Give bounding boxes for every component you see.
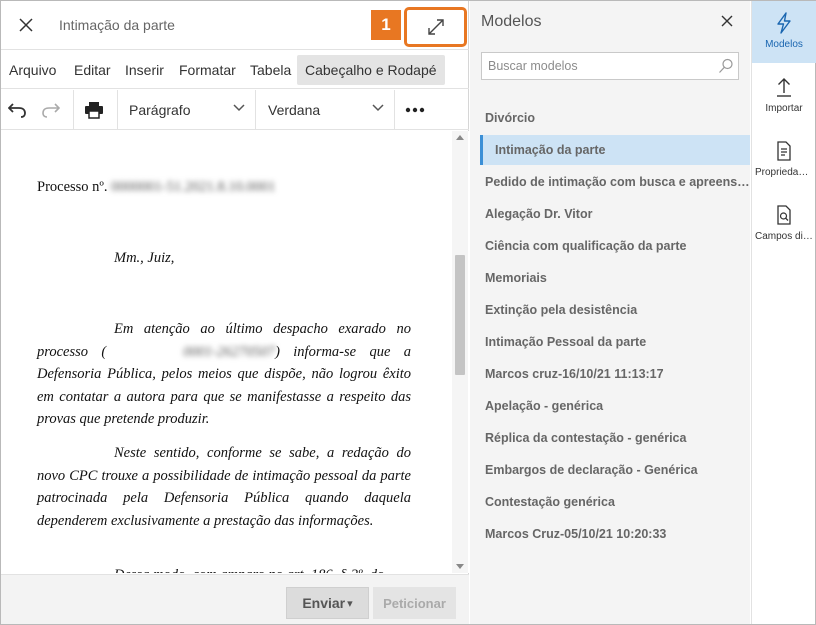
petition-button[interactable]: Peticionar	[373, 587, 456, 619]
chevron-down-icon	[233, 104, 245, 112]
undo-button[interactable]	[5, 98, 29, 122]
rail-item-modelos[interactable]: Modelos	[752, 1, 816, 63]
close-modelos-button[interactable]	[718, 12, 736, 30]
send-button[interactable]: Enviar ▾	[286, 587, 369, 619]
callout-badge: 1	[371, 10, 401, 40]
list-item[interactable]: Réplica da contestação - genérica	[470, 423, 750, 453]
search-box	[481, 52, 739, 80]
menu-cabecalho-rodape[interactable]: Cabeçalho e Rodapé	[297, 55, 445, 85]
list-item[interactable]: Divórcio	[470, 103, 750, 133]
side-rail: Modelos Importar Propriedades Campos din…	[751, 1, 816, 624]
list-item[interactable]: Extinção pela desistência	[470, 295, 750, 325]
rail-item-propriedades[interactable]: Propriedades	[752, 129, 816, 191]
rail-item-label: Propriedades	[755, 167, 813, 178]
processo-number-redacted: 0000001-51.2021.8.10.0001	[111, 179, 276, 195]
list-item[interactable]: Pedido de intimação com busca e apreensã…	[470, 167, 750, 197]
list-item[interactable]: Intimação Pessoal da parte	[470, 327, 750, 357]
modelos-panel-title: Modelos	[481, 13, 542, 30]
send-button-label: Enviar	[302, 595, 346, 611]
chevron-down-icon	[372, 104, 384, 112]
scroll-thumb[interactable]	[455, 255, 465, 375]
close-editor-button[interactable]	[15, 14, 37, 36]
more-options-button[interactable]	[403, 98, 427, 122]
close-icon	[19, 18, 33, 32]
close-icon	[721, 15, 733, 27]
redo-button[interactable]	[39, 98, 63, 122]
salutation: Mm., Juiz,	[114, 250, 175, 266]
rail-item-label: Importar	[765, 103, 803, 114]
document-search-icon	[777, 205, 791, 225]
processo-line: Processo nº. 0000001-51.2021.8.10.0001	[37, 179, 276, 196]
chevron-down-icon: ▾	[347, 597, 353, 610]
editor-header: Intimação da parte 1	[1, 1, 469, 50]
list-item[interactable]: Ciência com qualificação da parte	[470, 231, 750, 261]
paragraph-1: Em atenção ao último despacho exarado no…	[37, 318, 411, 431]
list-item[interactable]: Embargos de declaração - Genérica	[470, 455, 750, 485]
paragraph-1-redacted: 0001-26270507	[183, 343, 276, 360]
scroll-up-arrow-icon[interactable]	[456, 135, 464, 140]
print-button[interactable]	[82, 98, 106, 122]
upload-icon	[777, 78, 791, 97]
processo-label: Processo nº.	[37, 179, 108, 195]
rail-item-campos[interactable]: Campos dinâmicos	[752, 193, 816, 255]
list-item-selected[interactable]: Intimação da parte	[480, 135, 750, 165]
paragraph-3: Dessa modo, com amparo no art. 186, § 2º…	[37, 564, 411, 573]
menu-arquivo[interactable]: Arquivo	[1, 55, 64, 85]
list-item[interactable]: Marcos cruz-16/10/21 11:13:17	[470, 359, 750, 389]
toolbar-separator	[73, 90, 74, 130]
menu-editar[interactable]: Editar	[66, 55, 119, 85]
rail-item-importar[interactable]: Importar	[752, 65, 816, 127]
editor-footer: Enviar ▾ Peticionar	[1, 574, 469, 624]
expand-button[interactable]	[404, 7, 467, 47]
document-title: Intimação da parte	[59, 17, 175, 33]
toolbar-separator	[394, 90, 395, 130]
undo-icon	[8, 103, 26, 118]
menu-inserir[interactable]: Inserir	[117, 55, 172, 85]
menu-formatar[interactable]: Formatar	[171, 55, 244, 85]
scroll-down-arrow-icon[interactable]	[456, 564, 464, 569]
document-canvas[interactable]: Processo nº. 0000001-51.2021.8.10.0001 M…	[1, 131, 469, 573]
expand-icon	[427, 19, 444, 35]
menubar: Arquivo Editar Inserir Formatar Tabela C…	[1, 51, 469, 89]
rail-item-label: Campos dinâmicos	[755, 231, 813, 242]
printer-icon	[85, 102, 103, 119]
list-item[interactable]: Apelação - genérica	[470, 391, 750, 421]
editor-panel: Intimação da parte 1 Arquivo Editar Inse…	[1, 1, 469, 624]
redo-icon	[42, 103, 60, 118]
list-item[interactable]: Memoriais	[470, 263, 750, 293]
modelos-panel: Modelos Divórcio Intimação da parte Pedi…	[470, 1, 750, 624]
list-item[interactable]: Alegação Dr. Vitor	[470, 199, 750, 229]
formatting-toolbar: Parágrafo Verdana	[1, 90, 469, 130]
document-scrollbar[interactable]	[452, 131, 468, 573]
more-horizontal-icon	[405, 107, 425, 113]
list-item[interactable]: Marcos Cruz-05/10/21 10:20:33	[470, 519, 750, 549]
menu-tabela[interactable]: Tabela	[242, 55, 299, 85]
font-family-value: Verdana	[268, 102, 321, 118]
paragraph-style-value: Parágrafo	[129, 102, 191, 118]
document-properties-icon	[777, 141, 791, 161]
paragraph-2: Neste sentido, conforme se sabe, a redaç…	[37, 445, 411, 529]
search-icon[interactable]	[718, 58, 734, 74]
lightning-icon	[777, 12, 791, 34]
search-models-input[interactable]	[488, 57, 708, 75]
list-item[interactable]: Contestação genérica	[470, 487, 750, 517]
rail-item-label: Modelos	[765, 39, 803, 50]
font-family-select[interactable]: Verdana	[256, 90, 394, 130]
paragraph-style-select[interactable]: Parágrafo	[117, 90, 255, 130]
